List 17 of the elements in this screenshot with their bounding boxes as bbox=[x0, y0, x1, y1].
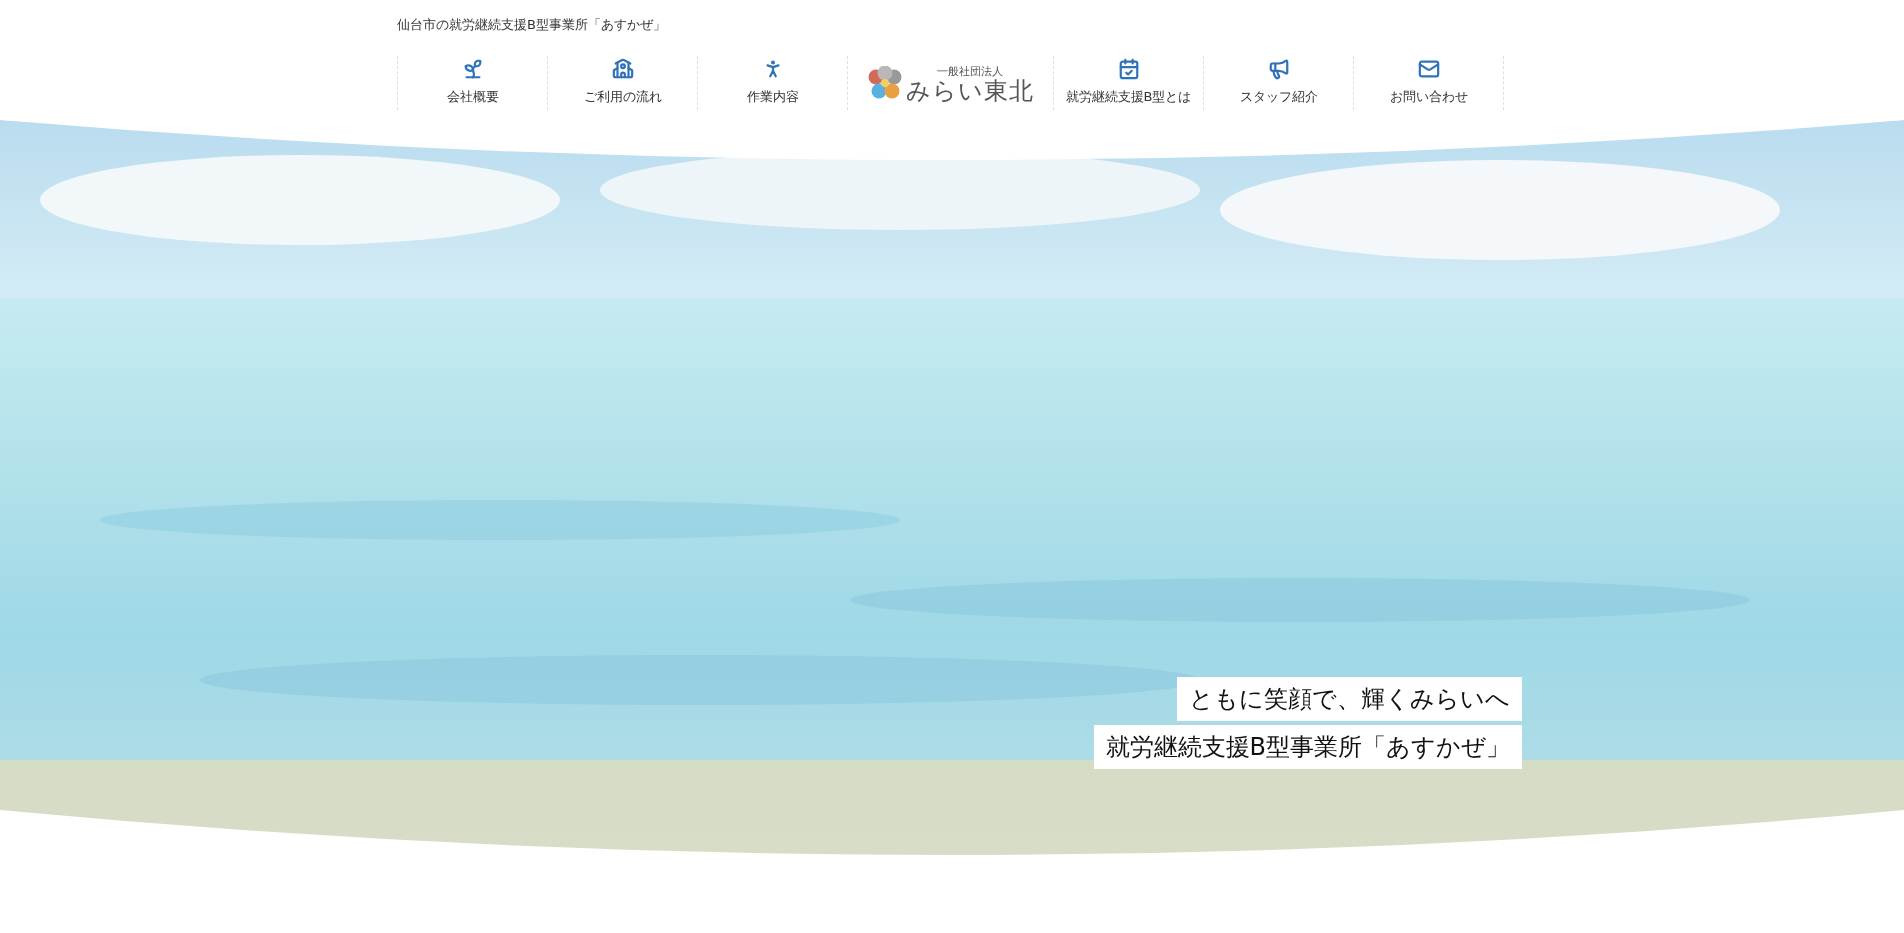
nav-link[interactable]: 会社概要 bbox=[398, 56, 548, 110]
hero-caption: ともに笑顔で、輝くみらいへ bbox=[1177, 677, 1522, 721]
megaphone-icon bbox=[1267, 58, 1290, 80]
site-logo[interactable]: 一般社団法人 みらい東北 bbox=[848, 56, 1054, 110]
nav-link[interactable]: スタッフ紹介 bbox=[1204, 56, 1354, 110]
nav-link[interactable]: ご利用の流れ bbox=[548, 56, 698, 110]
calendar-check-icon bbox=[1117, 58, 1140, 80]
nav-link[interactable]: 作業内容 bbox=[698, 56, 848, 110]
logo-subtitle: 一般社団法人 bbox=[936, 63, 1003, 79]
flower-logo-icon bbox=[867, 66, 902, 100]
logo-title: みらい東北 bbox=[905, 78, 1034, 103]
nav-link[interactable]: お問い合わせ bbox=[1354, 56, 1504, 110]
hero-caption: 就労継続支援B型事業所「あすかぜ」 bbox=[1093, 725, 1522, 769]
school-building-icon bbox=[611, 58, 634, 80]
nav-link[interactable]: 就労継続支援B型とは bbox=[1054, 56, 1204, 110]
mail-icon bbox=[1417, 58, 1440, 80]
site-tagline: 仙台市の就労継続支援B型事業所「あすかぜ」 bbox=[397, 16, 666, 34]
